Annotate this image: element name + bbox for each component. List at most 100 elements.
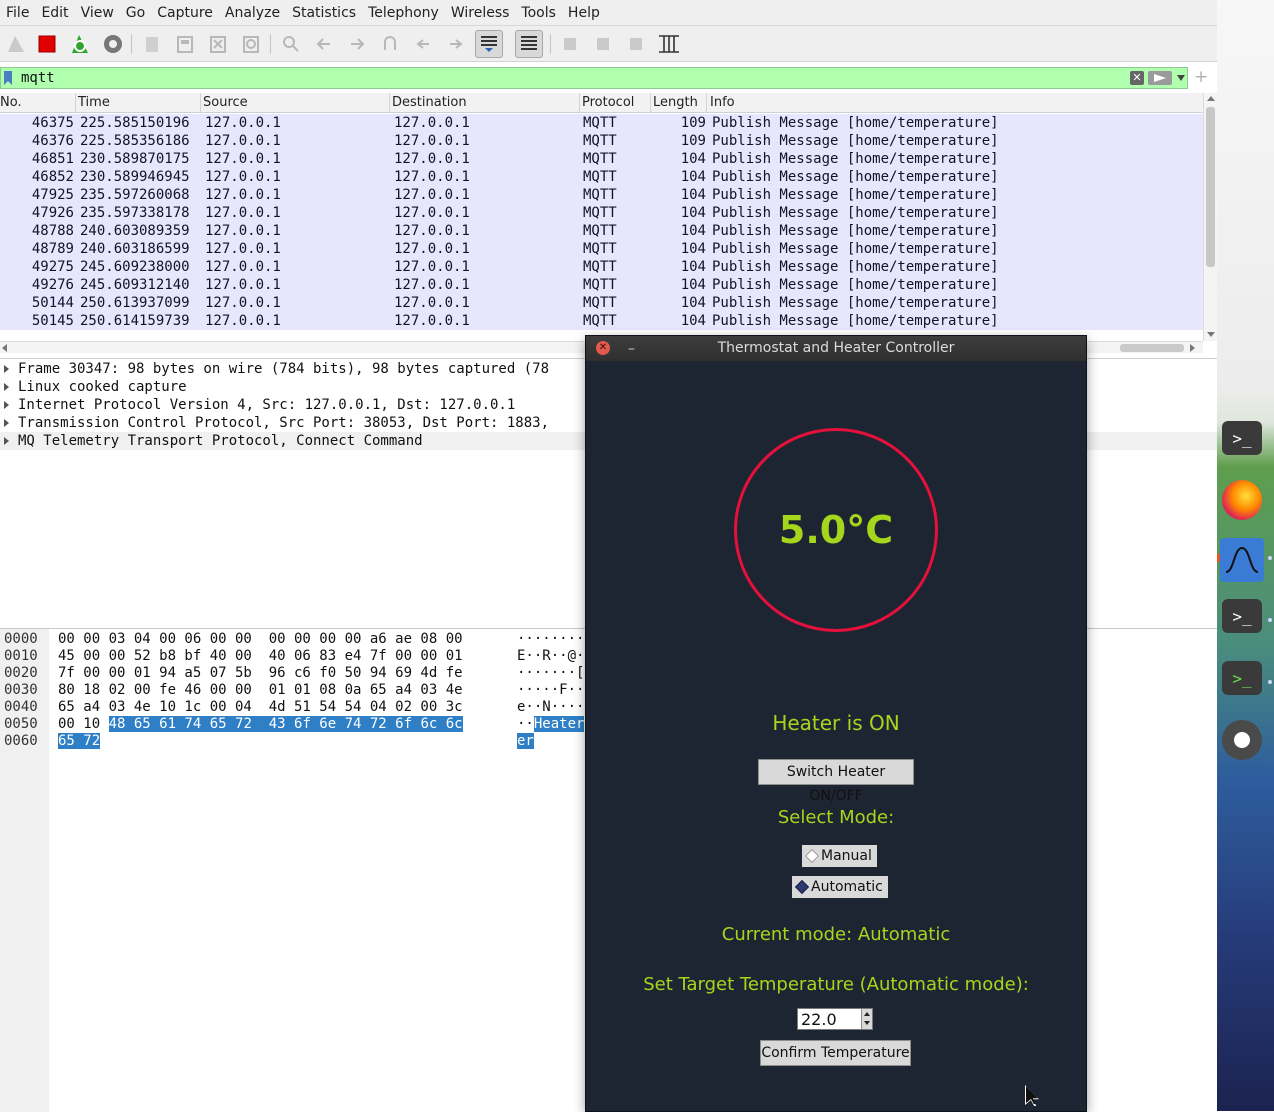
cell-source: 127.0.0.1 xyxy=(205,133,281,149)
stop-capture-icon[interactable] xyxy=(33,30,61,58)
cell-info: Publish Message [home/temperature] xyxy=(712,259,999,275)
cell-source: 127.0.0.1 xyxy=(205,151,281,167)
column-info[interactable]: Info xyxy=(710,95,735,110)
hex-bytes-plain: 00 00 03 04 00 06 00 00 00 00 00 00 a6 a… xyxy=(58,631,463,647)
capture-options-icon[interactable] xyxy=(99,30,127,58)
menu-view[interactable]: View xyxy=(75,0,120,26)
table-row[interactable]: 50144 250.613937099 127.0.0.1 127.0.0.1 MQTT… xyxy=(0,294,1203,312)
heater-status: Heater is ON xyxy=(772,711,900,735)
go-to-packet-icon[interactable] xyxy=(376,30,404,58)
cell-info: Publish Message [home/temperature] xyxy=(712,151,999,167)
menu-file[interactable]: File xyxy=(0,0,35,26)
expand-arrow-icon[interactable] xyxy=(4,437,9,445)
column-time[interactable]: Time xyxy=(78,95,110,110)
column-destination[interactable]: Destination xyxy=(392,95,467,110)
packet-list-vscroll[interactable] xyxy=(1203,93,1217,341)
hex-bytes: 80 18 02 00 fe 46 00 00 01 01 08 0a 65 a… xyxy=(58,682,463,699)
menu-go[interactable]: Go xyxy=(120,0,151,26)
cell-time: 240.603186599 xyxy=(80,241,190,257)
spinbox-arrows[interactable] xyxy=(861,1009,872,1029)
column-source[interactable]: Source xyxy=(203,95,248,110)
colorize-icon[interactable] xyxy=(515,30,543,58)
cell-source: 127.0.0.1 xyxy=(205,313,281,329)
cell-destination: 127.0.0.1 xyxy=(394,259,470,275)
firefox-icon[interactable] xyxy=(1220,478,1264,522)
menu-analyze[interactable]: Analyze xyxy=(219,0,286,26)
table-row[interactable]: 48789 240.603186599 127.0.0.1 127.0.0.1 MQTT… xyxy=(0,240,1203,258)
table-row[interactable]: 49276 245.609312140 127.0.0.1 127.0.0.1 MQTT… xyxy=(0,276,1203,294)
table-row[interactable]: 50145 250.614159739 127.0.0.1 127.0.0.1 MQTT… xyxy=(0,312,1203,330)
auto-scroll-icon[interactable] xyxy=(475,30,503,58)
menu-telephony[interactable]: Telephony xyxy=(362,0,445,26)
switch-heater-button[interactable]: Switch Heater ON/OFF xyxy=(758,759,914,804)
minimize-icon[interactable]: – xyxy=(628,337,635,362)
reload-file-icon[interactable] xyxy=(237,30,265,58)
last-packet-icon[interactable] xyxy=(442,30,470,58)
hex-bytes-plain: 7f 00 00 01 94 a5 07 5b 96 c6 f0 50 94 6… xyxy=(58,665,463,681)
table-row[interactable]: 46852 230.589946945 127.0.0.1 127.0.0.1 MQTT… xyxy=(0,168,1203,186)
forward-icon[interactable] xyxy=(343,30,371,58)
target-temperature-spinbox[interactable]: 22.0 xyxy=(797,1008,873,1030)
close-file-icon[interactable] xyxy=(204,30,232,58)
table-row[interactable]: 49275 245.609238000 127.0.0.1 127.0.0.1 MQTT… xyxy=(0,258,1203,276)
save-file-icon[interactable] xyxy=(171,30,199,58)
restart-capture-icon[interactable] xyxy=(66,30,94,58)
cell-length: 104 xyxy=(680,187,706,203)
hex-offset: 0050 xyxy=(4,716,38,732)
settings-icon[interactable] xyxy=(1220,718,1264,762)
menu-tools[interactable]: Tools xyxy=(515,0,562,26)
shark-fin-icon[interactable] xyxy=(2,30,30,58)
cell-protocol: MQTT xyxy=(583,313,617,329)
back-icon[interactable] xyxy=(310,30,338,58)
bookmark-icon[interactable] xyxy=(4,71,12,85)
column-length[interactable]: Length xyxy=(653,95,698,110)
cell-info: Publish Message [home/temperature] xyxy=(712,295,999,311)
wireshark-icon[interactable] xyxy=(1220,538,1264,582)
menu-help[interactable]: Help xyxy=(562,0,606,26)
clear-filter-icon[interactable]: ✕ xyxy=(1130,71,1144,85)
terminal-icon[interactable]: >_ xyxy=(1220,656,1264,700)
menu-statistics[interactable]: Statistics xyxy=(286,0,362,26)
menu-edit[interactable]: Edit xyxy=(35,0,74,26)
display-filter-input[interactable]: mqtt ✕ xyxy=(0,67,1188,89)
terminal-icon[interactable]: >_ xyxy=(1220,594,1264,638)
menu-wireless[interactable]: Wireless xyxy=(445,0,516,26)
spin-down-icon[interactable] xyxy=(864,1021,870,1025)
open-file-icon[interactable] xyxy=(138,30,166,58)
table-row[interactable]: 46375 225.585150196 127.0.0.1 127.0.0.1 MQTT… xyxy=(0,114,1203,132)
expand-arrow-icon[interactable] xyxy=(4,383,9,391)
filter-history-dropdown-icon[interactable] xyxy=(1177,75,1185,81)
apply-filter-icon[interactable] xyxy=(1148,71,1172,85)
column-protocol[interactable]: Protocol xyxy=(582,95,634,110)
table-row[interactable]: 46851 230.589870175 127.0.0.1 127.0.0.1 MQTT… xyxy=(0,150,1203,168)
close-icon[interactable]: ✕ xyxy=(596,341,610,355)
first-packet-icon[interactable] xyxy=(409,30,437,58)
table-row[interactable]: 47926 235.597338178 127.0.0.1 127.0.0.1 MQTT… xyxy=(0,204,1203,222)
add-filter-button-icon[interactable]: + xyxy=(1194,67,1208,87)
zoom-in-icon[interactable] xyxy=(556,30,584,58)
find-icon[interactable] xyxy=(277,30,305,58)
menu-capture[interactable]: Capture xyxy=(151,0,219,26)
expand-arrow-icon[interactable] xyxy=(4,365,9,373)
resize-columns-icon[interactable] xyxy=(655,30,683,58)
hex-ascii: e··N···· xyxy=(517,699,584,716)
table-row[interactable]: 47925 235.597260068 127.0.0.1 127.0.0.1 MQTT… xyxy=(0,186,1203,204)
table-row[interactable]: 46376 225.585356186 127.0.0.1 127.0.0.1 MQTT… xyxy=(0,132,1203,150)
window-titlebar[interactable]: ✕ – Thermostat and Heater Controller xyxy=(586,336,1086,361)
normal-size-icon[interactable] xyxy=(622,30,650,58)
zoom-out-icon[interactable] xyxy=(589,30,617,58)
cell-destination: 127.0.0.1 xyxy=(394,133,470,149)
column-no[interactable]: No. xyxy=(0,95,22,110)
mode-automatic-radio[interactable]: Automatic xyxy=(792,876,888,898)
expand-arrow-icon[interactable] xyxy=(4,419,9,427)
hex-ascii: ··Heater xyxy=(517,716,585,733)
cell-protocol: MQTT xyxy=(583,223,617,239)
table-row[interactable]: 48788 240.603089359 127.0.0.1 127.0.0.1 MQTT… xyxy=(0,222,1203,240)
spin-up-icon[interactable] xyxy=(864,1012,870,1016)
mode-manual-radio[interactable]: Manual xyxy=(802,845,877,867)
expand-arrow-icon[interactable] xyxy=(4,401,9,409)
confirm-temperature-button[interactable]: Confirm Temperature xyxy=(760,1040,911,1066)
terminal-icon[interactable]: >_ xyxy=(1220,416,1264,460)
hex-bytes: 65 a4 03 4e 10 1c 00 04 4d 51 54 54 04 0… xyxy=(58,699,463,716)
hex-bytes: 7f 00 00 01 94 a5 07 5b 96 c6 f0 50 94 6… xyxy=(58,665,463,682)
